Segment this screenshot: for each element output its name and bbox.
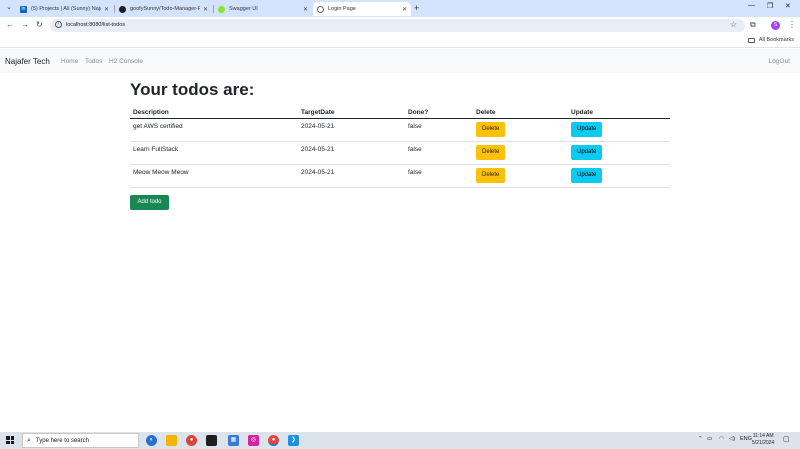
close-icon[interactable]: ✕ (303, 6, 308, 13)
todo-done: false (405, 164, 473, 188)
close-icon[interactable]: ✕ (402, 6, 407, 13)
globe-icon (317, 5, 324, 13)
tab-github[interactable]: goofySunny/Todo-Manager-Fu... ✕ (115, 2, 212, 16)
table-header-row: Description TargetDate Done? Delete Upda… (130, 105, 670, 119)
all-bookmarks-button[interactable]: All Bookmarks (747, 37, 794, 43)
restore-button[interactable]: ❐ (767, 2, 773, 10)
reload-icon[interactable]: ↻ (36, 20, 43, 29)
new-tab-button[interactable]: + (414, 3, 419, 13)
minimize-button[interactable]: — (748, 2, 755, 9)
column-header-description: Description (130, 105, 298, 119)
add-todo-button[interactable]: Add todo (130, 195, 169, 210)
nav-h2-console[interactable]: H2 Console (109, 58, 143, 65)
taskbar: ⌕ Type here to search ◐ ● ▦ ◎ ● ❯ ⌃ ▭ ◠ … (0, 432, 800, 449)
swagger-icon (218, 5, 225, 13)
delete-button[interactable]: Delete (476, 168, 506, 183)
calculator-icon[interactable]: ▦ (228, 435, 239, 446)
update-button[interactable]: Update (571, 122, 603, 137)
nav-home[interactable]: Home (61, 58, 78, 65)
forward-icon[interactable]: → (21, 20, 29, 29)
file-explorer-icon[interactable] (166, 435, 177, 446)
app-navbar: Najafer Tech Home Todos H2 Console LogOu… (0, 49, 800, 73)
close-icon[interactable]: ✕ (104, 6, 109, 13)
url-text[interactable]: localhost:8080/list-todos (66, 22, 125, 28)
taskbar-clock[interactable]: 11:14 AM 5/21/2024 (752, 433, 774, 447)
tab-search-icon[interactable]: ⌄ (4, 3, 14, 13)
todo-done: false (405, 118, 473, 142)
todos-table: Description TargetDate Done? Delete Upda… (130, 105, 670, 188)
network-icon[interactable]: ◠ (719, 436, 724, 442)
logout-link[interactable]: LogOut (769, 58, 790, 65)
intellij-icon[interactable] (206, 435, 217, 446)
clock-date: 5/21/2024 (752, 440, 775, 446)
language-indicator[interactable]: ENG (740, 436, 752, 442)
tab-title: goofySunny/Todo-Manager-Fu... (130, 6, 200, 12)
column-header-done: Done? (405, 105, 473, 119)
column-header-delete: Delete (473, 105, 568, 119)
tab-title: Login Page (328, 6, 356, 12)
avatar[interactable]: S (771, 21, 780, 30)
clock-time: 11:14 AM (752, 433, 774, 439)
vscode-icon[interactable]: ❯ (288, 435, 299, 446)
browser-tab-strip: ⌄ in (5) Projects | Ali (Sunny) Najafi..… (0, 0, 800, 17)
tab-swagger[interactable]: Swagger UI ✕ (214, 2, 312, 16)
todo-target-date: 2024-05-21 (298, 141, 405, 165)
tab-title: Swagger UI (229, 6, 258, 12)
update-button[interactable]: Update (571, 145, 603, 160)
todo-description: Learn FullStack (130, 141, 298, 165)
linkedin-icon: in (20, 5, 27, 13)
table-row: get AWS certified 2024-05-21 false Delet… (130, 118, 670, 142)
taskbar-search-placeholder: Type here to search (35, 437, 89, 444)
extensions-icon[interactable]: ⧉ (750, 20, 756, 30)
browser-toolbar: ← → ↻ i localhost:8080/list-todos ☆ ⧉ S … (0, 17, 800, 34)
search-icon: ⌕ (27, 436, 31, 444)
todo-target-date: 2024-05-21 (298, 118, 405, 142)
column-header-update: Update (568, 105, 670, 119)
update-button[interactable]: Update (571, 168, 603, 183)
chrome-profile-icon[interactable]: ● (268, 435, 279, 446)
bookmark-star-icon[interactable]: ☆ (730, 20, 737, 29)
tab-login-page[interactable]: Login Page ✕ (313, 2, 411, 16)
delete-button[interactable]: Delete (476, 122, 506, 137)
menu-kebab-icon[interactable]: ⋮ (788, 20, 796, 29)
close-icon[interactable]: ✕ (203, 6, 208, 13)
page-title: Your todos are: (130, 80, 255, 99)
address-bar[interactable]: i localhost:8080/list-todos ☆ (50, 19, 745, 32)
copilot-icon[interactable]: ◐ (146, 435, 157, 446)
todo-target-date: 2024-05-21 (298, 164, 405, 188)
notifications-icon[interactable]: ▢ (783, 435, 790, 443)
all-bookmarks-label: All Bookmarks (758, 37, 794, 43)
todo-description: get AWS certified (130, 118, 298, 142)
taskbar-search-input[interactable]: ⌕ Type here to search (22, 433, 139, 448)
folder-icon (747, 37, 755, 43)
battery-icon[interactable]: ▭ (707, 436, 712, 442)
windows-start-icon[interactable] (6, 436, 14, 444)
todo-done: false (405, 141, 473, 165)
github-icon (119, 5, 126, 13)
site-info-icon[interactable]: i (55, 21, 62, 28)
column-header-target-date: TargetDate (298, 105, 405, 119)
volume-icon[interactable]: ◁) (729, 436, 735, 442)
tray-chevron-icon[interactable]: ⌃ (698, 436, 703, 442)
back-icon[interactable]: ← (6, 20, 14, 29)
table-row: Learn FullStack 2024-05-21 false Delete … (130, 141, 670, 165)
nav-todos[interactable]: Todos (85, 58, 102, 65)
close-window-button[interactable]: ✕ (785, 2, 791, 10)
delete-button[interactable]: Delete (476, 145, 506, 160)
bookmarks-bar: All Bookmarks (0, 34, 800, 48)
table-row: Meow Meow Meow 2024-05-21 false Delete U… (130, 164, 670, 188)
chrome-icon[interactable]: ● (186, 435, 197, 446)
tab-linkedin[interactable]: in (5) Projects | Ali (Sunny) Najafi... … (16, 2, 113, 16)
instagram-icon[interactable]: ◎ (248, 435, 259, 446)
todo-description: Meow Meow Meow (130, 164, 298, 188)
tab-title: (5) Projects | Ali (Sunny) Najafi... (31, 6, 101, 12)
brand-link[interactable]: Najafer Tech (5, 57, 50, 66)
